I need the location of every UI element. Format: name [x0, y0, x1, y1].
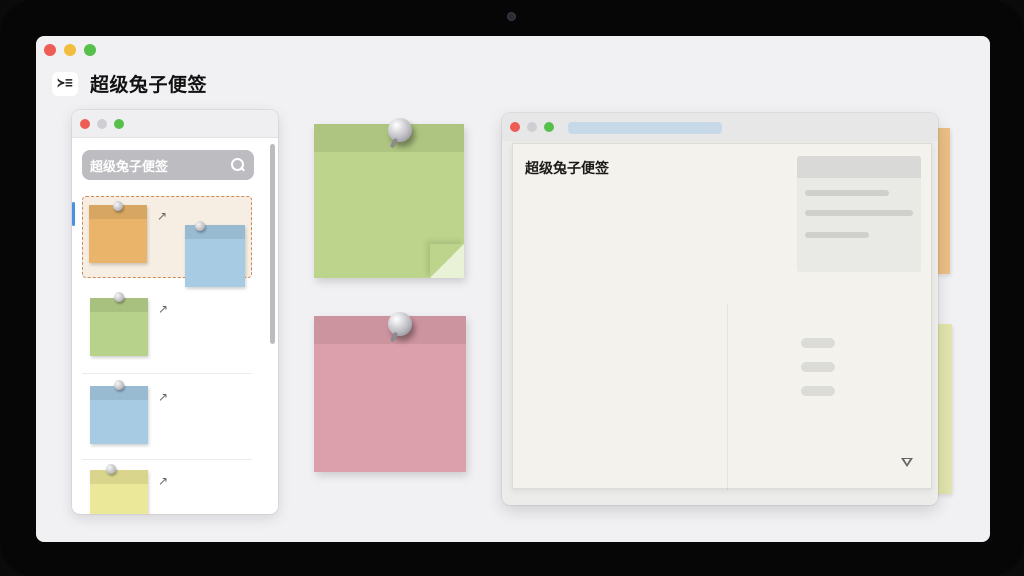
- orange-note-thumbnail: [89, 205, 147, 263]
- panel-window-controls: [80, 119, 124, 129]
- pin-icon: [114, 380, 124, 390]
- list-item-selected[interactable]: ↗: [82, 196, 252, 287]
- search-icon[interactable]: [230, 157, 246, 173]
- paper-fold: [727, 304, 728, 490]
- note-editor[interactable]: 超级兔子便签: [512, 143, 932, 490]
- ghost-button: [801, 386, 835, 396]
- ghost-button: [801, 338, 835, 348]
- panel-close-button[interactable]: [80, 119, 90, 129]
- open-arrow-icon[interactable]: ↗: [158, 475, 168, 487]
- blue-note-thumbnail: [185, 225, 245, 287]
- ghost-line: [805, 190, 889, 196]
- open-arrow-icon[interactable]: ↗: [158, 391, 168, 403]
- sidebar-toggle-icon[interactable]: ≻≡: [52, 71, 78, 96]
- close-button[interactable]: [44, 44, 56, 56]
- ghost-line: [805, 232, 869, 238]
- app-window: ≻≡ 超级兔子便签 超级兔子便签 ↗ ↗ ↗ ↗ 超级兔子便签: [36, 36, 990, 542]
- open-arrow-icon[interactable]: ↗: [157, 210, 167, 222]
- blue-note-thumbnail: [90, 386, 148, 444]
- open-arrow-icon[interactable]: ↗: [158, 303, 168, 315]
- pin-icon: [106, 464, 116, 474]
- device-bezel: ≻≡ 超级兔子便签 超级兔子便签 ↗ ↗ ↗ ↗ 超级兔子便签: [0, 0, 1024, 576]
- app-header: ≻≡ 超级兔子便签: [52, 70, 207, 97]
- pin-icon: [388, 118, 412, 142]
- detail-titlebar: [502, 113, 938, 141]
- ghost-panel-header: [797, 156, 921, 178]
- list-item[interactable]: ↗: [82, 290, 252, 374]
- notes-list-panel: 超级兔子便签 ↗ ↗ ↗ ↗: [72, 110, 278, 514]
- list-item[interactable]: ↗: [82, 376, 252, 460]
- ghost-line: [805, 210, 913, 216]
- note-detail-window: 超级兔子便签: [502, 113, 938, 505]
- panel-zoom-button[interactable]: [114, 119, 124, 129]
- detail-minimize-button[interactable]: [527, 122, 537, 132]
- page-title: 超级兔子便签: [90, 74, 208, 96]
- panel-minimize-button[interactable]: [97, 119, 107, 129]
- note-title: 超级兔子便签: [525, 161, 609, 177]
- green-note[interactable]: [314, 124, 464, 278]
- zoom-button[interactable]: [84, 44, 96, 56]
- detail-zoom-button[interactable]: [544, 122, 554, 132]
- detail-window-controls: [510, 122, 554, 132]
- blurred-tab: [568, 122, 722, 134]
- list-item[interactable]: ↗: [82, 462, 252, 514]
- search-placeholder: 超级兔子便签: [90, 159, 169, 175]
- ghost-panel: [797, 156, 921, 272]
- ghost-button: [801, 362, 835, 372]
- page-curl: [430, 244, 464, 278]
- pin-icon: [388, 312, 412, 336]
- panel-titlebar: [72, 110, 278, 138]
- detail-close-button[interactable]: [510, 122, 520, 132]
- minimize-button[interactable]: [64, 44, 76, 56]
- dropdown-triangle-icon[interactable]: [901, 458, 913, 468]
- camera: [507, 12, 516, 21]
- window-controls: [44, 44, 96, 56]
- search-input[interactable]: 超级兔子便签: [82, 150, 254, 180]
- scrollbar[interactable]: [270, 144, 275, 344]
- pin-icon: [114, 292, 124, 302]
- green-note-thumbnail: [90, 298, 148, 356]
- selection-indicator: [72, 202, 75, 226]
- yellow-note-thumbnail: [90, 470, 148, 514]
- pin-icon: [195, 221, 205, 231]
- pin-icon: [113, 201, 123, 211]
